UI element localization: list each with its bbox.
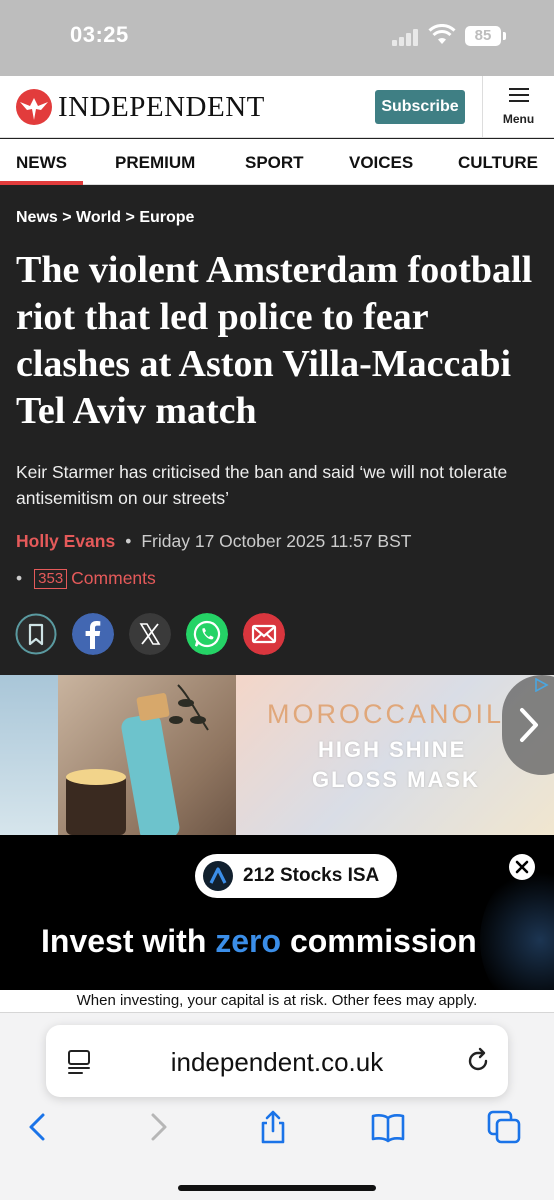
author-link[interactable]: Holly Evans	[16, 531, 115, 551]
breadcrumb-europe[interactable]: Europe	[139, 209, 194, 226]
article-standfirst: Keir Starmer has criticised the ban and …	[16, 462, 508, 508]
hamburger-icon	[509, 88, 529, 104]
email-icon[interactable]	[243, 613, 285, 655]
forward-icon[interactable]	[140, 1109, 176, 1145]
comments-label: Comments	[71, 568, 156, 588]
ad-tagline-highlight: zero	[215, 923, 282, 959]
ad-tagline-line1: HIGH SHINE	[318, 737, 467, 762]
close-icon	[515, 860, 529, 874]
nav-item-news[interactable]: NEWS	[16, 153, 67, 173]
ad-tagline-before: Invest with	[41, 923, 216, 959]
status-time: 03:25	[70, 22, 129, 47]
nav-item-premium[interactable]: PREMIUM	[115, 153, 195, 173]
menu-button[interactable]: Menu	[483, 76, 554, 138]
ad-glow-decoration	[480, 865, 554, 990]
battery-tip	[503, 32, 506, 40]
menu-label: Menu	[502, 112, 535, 126]
subscribe-button[interactable]: Subscribe	[375, 90, 465, 124]
article-headline: The violent Amsterdam football riot that…	[16, 249, 533, 432]
browser-toolbar: independent.co.uk	[0, 1012, 554, 1200]
site-logo-text[interactable]: INDEPENDENT	[58, 91, 265, 124]
wifi-icon	[428, 24, 456, 44]
nav-item-culture[interactable]: CULTURE	[458, 153, 538, 173]
address-bar[interactable]: independent.co.uk	[46, 1025, 508, 1097]
facebook-icon[interactable]	[72, 613, 114, 655]
tabs-icon[interactable]	[486, 1109, 522, 1145]
ad-invest-tagline: Invest with zero commission	[41, 923, 477, 960]
bookmark-icon[interactable]	[15, 613, 57, 655]
trading-app-logo-icon	[203, 861, 233, 891]
section-nav: NEWS PREMIUM SPORT VOICES CULTURE	[0, 139, 554, 185]
nav-item-sport[interactable]: SPORT	[245, 153, 304, 173]
breadcrumb-separator: >	[125, 209, 135, 226]
breadcrumb: News > World > Europe	[16, 209, 194, 227]
invest-ad[interactable]: 212 Stocks ISA Invest with zero commissi…	[0, 835, 554, 990]
signal-icon	[392, 28, 420, 46]
home-indicator	[178, 1185, 376, 1191]
site-header: INDEPENDENT Subscribe Menu	[0, 76, 554, 138]
eagle-logo-icon[interactable]	[14, 88, 54, 126]
ad-tagline-after: commission	[281, 923, 477, 959]
chevron-right-icon	[520, 708, 538, 742]
ad-sky-panel	[0, 675, 60, 835]
ad-product-photo	[58, 675, 238, 835]
status-bar: 03:25 85	[0, 0, 554, 76]
ad-disclaimer: When investing, your capital is at risk.…	[0, 990, 554, 1012]
breadcrumb-world[interactable]: World	[76, 209, 121, 226]
ad-product-pill: 212 Stocks ISA	[195, 854, 397, 898]
ad-tagline-line2: GLOSS MASK	[312, 767, 480, 792]
comment-count-badge: 353	[34, 569, 68, 589]
url-text: independent.co.uk	[170, 1047, 384, 1077]
ad-brand-name: MOROCCANOIL	[267, 699, 505, 729]
share-icon[interactable]	[255, 1109, 291, 1145]
comments-bullet: •	[16, 568, 23, 588]
moroccanoil-ad[interactable]: MOROCCANOIL HIGH SHINE GLOSS MASK	[0, 675, 554, 835]
publish-date: Friday 17 October 2025 11:57 BST	[141, 531, 412, 551]
nav-item-voices[interactable]: VOICES	[349, 153, 413, 173]
breadcrumb-separator: >	[62, 209, 72, 226]
ad-product-illustration	[66, 684, 209, 835]
ad-close-button[interactable]	[509, 854, 535, 880]
ad-product-name: 212 Stocks ISA	[243, 865, 380, 886]
battery-icon: 85	[465, 26, 501, 46]
whatsapp-icon[interactable]	[186, 613, 228, 655]
article-header: News > World > Europe The violent Amster…	[0, 185, 554, 675]
byline: Holly Evans • Friday 17 October 2025 11:57…	[16, 531, 411, 552]
comments-link[interactable]: • 353 Comments	[16, 568, 156, 589]
x-icon[interactable]	[129, 613, 171, 655]
bookmarks-icon[interactable]	[370, 1109, 406, 1145]
reload-icon[interactable]	[464, 1047, 492, 1075]
byline-separator: •	[125, 531, 132, 551]
adchoices-icon[interactable]	[534, 678, 550, 692]
back-icon[interactable]	[20, 1109, 56, 1145]
breadcrumb-news[interactable]: News	[16, 209, 58, 226]
